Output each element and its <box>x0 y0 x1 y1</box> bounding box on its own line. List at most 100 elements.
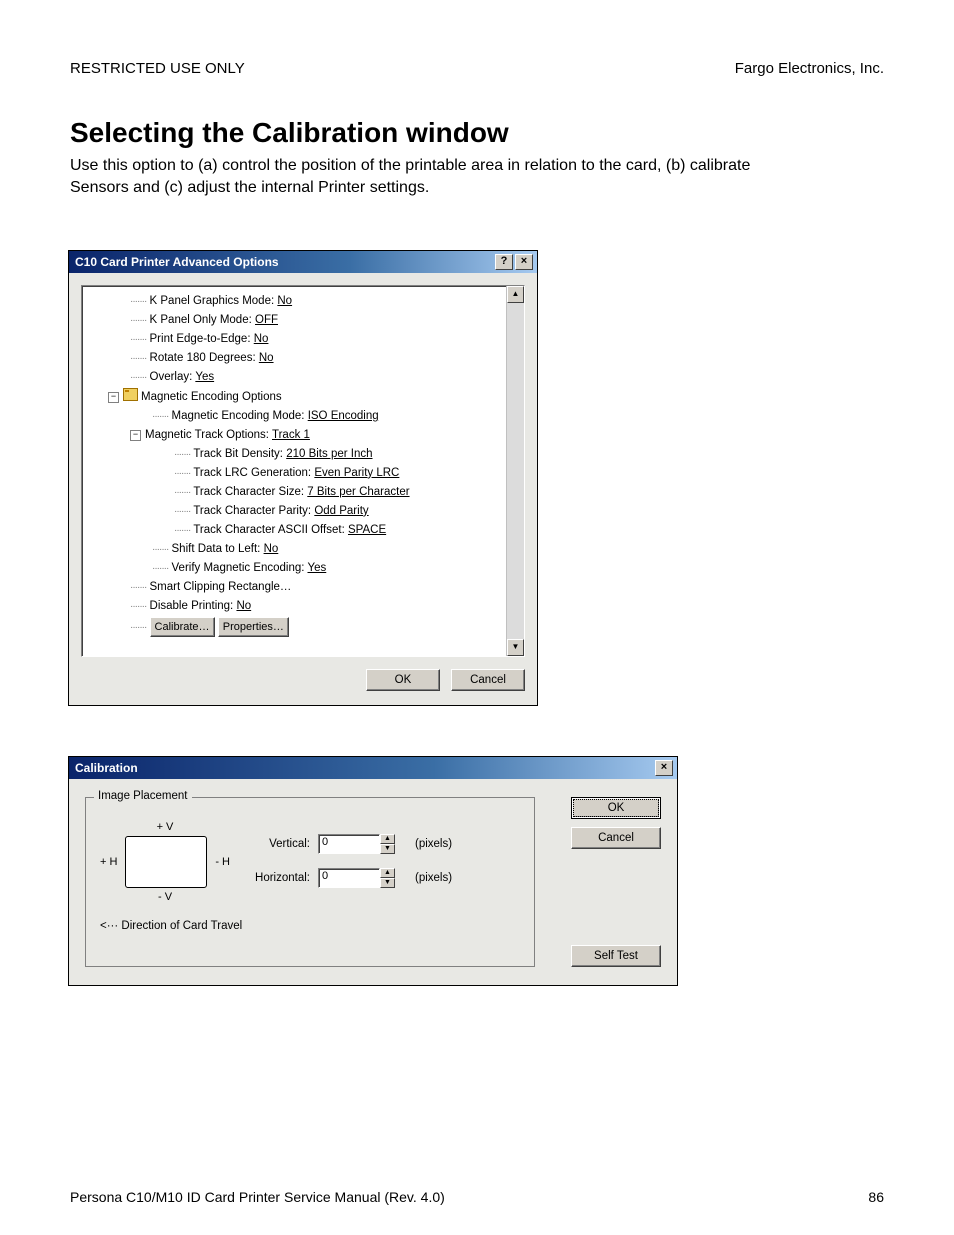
collapse-icon[interactable]: − <box>130 430 141 441</box>
direction-label: <··· Direction of Card Travel <box>100 920 520 932</box>
properties-button[interactable]: Properties… <box>218 617 289 637</box>
tree-item[interactable]: ······· Track LRC Generation: Even Parit… <box>88 464 502 483</box>
tree-item[interactable]: ······· Track Character Parity: Odd Pari… <box>88 502 502 521</box>
tree-item-value: Yes <box>307 562 326 574</box>
tree-item-value: 7 Bits per Character <box>307 486 409 498</box>
scroll-up-icon[interactable]: ▲ <box>507 286 524 303</box>
tree-view[interactable]: ······· K Panel Graphics Mode: No·······… <box>81 285 525 657</box>
horizontal-spinner[interactable]: ▲▼ <box>380 868 395 888</box>
tree-item-label: Magnetic Track Options: <box>145 429 269 441</box>
tree-item[interactable]: ······· K Panel Only Mode: OFF <box>88 311 502 330</box>
tree-connector-icon: ······· <box>130 334 146 345</box>
plus-v-label: + V <box>100 820 230 834</box>
page-title: Selecting the Calibration window <box>70 117 884 149</box>
plus-h-label: + H <box>100 855 117 869</box>
tree-item[interactable]: ······· Verify Magnetic Encoding: Yes <box>88 559 502 578</box>
tree-item[interactable]: ······· Track Bit Density: 210 Bits per … <box>88 445 502 464</box>
tree-connector-icon: ······· <box>130 372 146 383</box>
tree-connector-icon: ······· <box>130 601 146 612</box>
tree-connector-icon: ······· <box>174 506 190 517</box>
tree-item-value: ISO Encoding <box>308 410 379 422</box>
scrollbar[interactable]: ▲ ▼ <box>506 286 524 656</box>
minus-v-label: - V <box>100 890 230 904</box>
cancel-button[interactable]: Cancel <box>571 827 661 849</box>
ok-button[interactable]: OK <box>571 797 661 819</box>
tree-item[interactable]: ······· Magnetic Encoding Mode: ISO Enco… <box>88 407 502 426</box>
tree-item-label: K Panel Graphics Mode: <box>150 295 275 307</box>
tree-connector-icon: ······· <box>130 296 146 307</box>
tree-connector-icon: ······· <box>174 468 190 479</box>
horizontal-label: Horizontal: <box>250 872 310 884</box>
tree-item-value: OFF <box>255 314 278 326</box>
header-left: RESTRICTED USE ONLY <box>70 60 245 77</box>
tree-item-label: Smart Clipping Rectangle… <box>150 581 292 593</box>
tree-item-label: Magnetic Encoding Mode: <box>172 410 305 422</box>
page-number: 86 <box>868 1189 884 1205</box>
intro-text: Use this option to (a) control the posit… <box>70 155 790 200</box>
vertical-label: Vertical: <box>250 838 310 850</box>
titlebar: Calibration × <box>69 757 677 779</box>
tree-item[interactable]: ······· Track Character Size: 7 Bits per… <box>88 483 502 502</box>
dialog-title: C10 Card Printer Advanced Options <box>75 255 279 269</box>
tree-item-value: SPACE <box>348 524 386 536</box>
tree-connector-icon: ······· <box>130 315 146 326</box>
dialog-title: Calibration <box>75 761 138 775</box>
tree-item-value: No <box>264 543 279 555</box>
tree-item[interactable]: ······· Overlay: Yes <box>88 368 502 387</box>
scroll-down-icon[interactable]: ▼ <box>507 639 524 656</box>
vertical-input[interactable]: 0 <box>318 834 380 854</box>
cancel-button[interactable]: Cancel <box>451 669 525 691</box>
tree-item-label: K Panel Only Mode: <box>150 314 252 326</box>
tree-connector-icon: ······· <box>130 582 146 593</box>
tree-connector-icon: ······· <box>152 411 168 422</box>
collapse-icon[interactable]: − <box>108 392 119 403</box>
vertical-units: (pixels) <box>415 838 452 850</box>
header-right: Fargo Electronics, Inc. <box>735 60 884 77</box>
tree-item-label: Print Edge-to-Edge: <box>150 333 251 345</box>
tree-item-value: Track 1 <box>272 429 310 441</box>
close-icon[interactable]: × <box>515 254 533 270</box>
folder-icon <box>123 388 138 401</box>
tree-item[interactable]: ······· Shift Data to Left: No <box>88 540 502 559</box>
tree-item-label: Track Character Parity: <box>193 505 311 517</box>
tree-connector-icon: ······· <box>152 563 168 574</box>
card-rect-icon <box>125 836 207 888</box>
tree-item[interactable]: − Magnetic Encoding Options <box>88 387 502 407</box>
tree-item-value: Odd Parity <box>314 505 368 517</box>
tree-item-label: Disable Printing: <box>150 600 234 612</box>
tree-item[interactable]: ······· Disable Printing: No <box>88 597 502 616</box>
tree-item-value: No <box>277 295 292 307</box>
tree-item-label: Track Character Size: <box>193 486 304 498</box>
minus-h-label: - H <box>215 855 230 869</box>
tree-item[interactable]: −Magnetic Track Options: Track 1 <box>88 426 502 445</box>
tree-item-value: No <box>236 600 251 612</box>
tree-connector-icon: ······· <box>174 487 190 498</box>
tree-item-value: Yes <box>195 371 214 383</box>
tree-connector-icon: ······· <box>152 544 168 555</box>
group-legend: Image Placement <box>94 790 192 802</box>
tree-item-label: Shift Data to Left: <box>172 543 261 555</box>
image-placement-group: Image Placement + V + H - H - V Vertic <box>85 797 535 967</box>
calibration-dialog: Calibration × Image Placement + V + H - … <box>68 756 678 986</box>
tree-connector-icon: ······· <box>174 525 190 536</box>
tree-item[interactable]: ······· Rotate 180 Degrees: No <box>88 349 502 368</box>
help-icon[interactable]: ? <box>495 254 513 270</box>
tree-item[interactable]: ······· K Panel Graphics Mode: No <box>88 292 502 311</box>
tree-item-value: No <box>259 352 274 364</box>
self-test-button[interactable]: Self Test <box>571 945 661 967</box>
tree-item[interactable]: ······· Smart Clipping Rectangle… <box>88 578 502 597</box>
advanced-options-dialog: C10 Card Printer Advanced Options ? × ··… <box>68 250 538 706</box>
horizontal-input[interactable]: 0 <box>318 868 380 888</box>
tree-connector-icon: ······· <box>174 449 190 460</box>
ok-button[interactable]: OK <box>366 669 440 691</box>
tree-connector-icon: ······· <box>130 622 146 633</box>
tree-item[interactable]: ······· Print Edge-to-Edge: No <box>88 330 502 349</box>
calibrate-button[interactable]: Calibrate… <box>150 617 215 637</box>
tree-item[interactable]: ······· Track Character ASCII Offset: SP… <box>88 521 502 540</box>
footer-left: Persona C10/M10 ID Card Printer Service … <box>70 1189 445 1205</box>
vertical-spinner[interactable]: ▲▼ <box>380 834 395 854</box>
tree-item-value: 210 Bits per Inch <box>286 448 372 460</box>
tree-item-label: Magnetic Encoding Options <box>141 391 282 403</box>
horizontal-units: (pixels) <box>415 872 452 884</box>
close-icon[interactable]: × <box>655 760 673 776</box>
